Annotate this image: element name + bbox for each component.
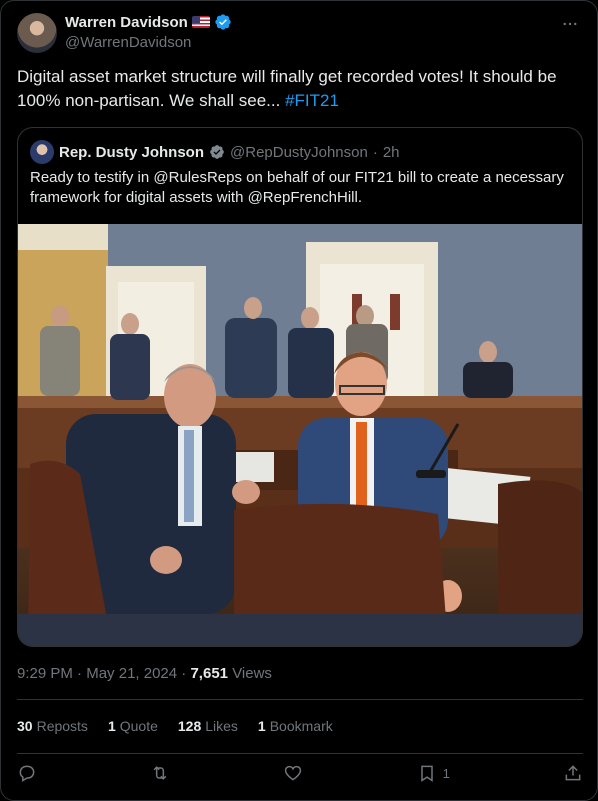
author-avatar[interactable] <box>17 13 57 53</box>
heart-icon <box>285 765 302 781</box>
repost-button[interactable] <box>150 763 170 783</box>
author-name-row: Warren Davidson <box>65 13 232 31</box>
divider <box>17 753 583 754</box>
views-count: 7,651 <box>190 665 229 682</box>
reply-icon <box>19 765 35 782</box>
separator-dot: · <box>372 143 378 161</box>
separator-dot: · <box>77 665 83 682</box>
quoted-author-name[interactable]: Rep. Dusty Johnson <box>59 144 204 161</box>
tweet-meta: 9:29 PM · May 21, 2024 · 7,651 Views <box>17 665 272 682</box>
tweet-card: Warren Davidson @WarrenDavidson Digital … <box>0 0 598 801</box>
hearing-room-photo <box>18 224 582 646</box>
reposts-count: 30 <box>17 718 33 734</box>
repost-icon <box>153 766 167 780</box>
verified-badge-icon <box>215 14 231 30</box>
separator-dot: · <box>181 665 187 682</box>
more-options-icon[interactable] <box>559 13 581 35</box>
bookmarks-count: 1 <box>257 718 266 734</box>
quotes-count: 1 <box>107 718 116 734</box>
tweet-time[interactable]: 9:29 PM <box>17 665 73 682</box>
quoted-tweet-header: Rep. Dusty Johnson @RepDustyJohnson · 2h <box>30 140 400 164</box>
quoted-timestamp[interactable]: 2h <box>383 144 400 161</box>
quoted-tweet-photo[interactable] <box>18 224 582 646</box>
quoted-tweet-text: Ready to testify in @RulesReps on behalf… <box>30 169 564 206</box>
author-display-name[interactable]: Warren Davidson <box>65 14 188 31</box>
bookmark-icon <box>420 765 433 782</box>
share-icon <box>565 765 581 781</box>
author-handle[interactable]: @WarrenDavidson <box>65 34 191 51</box>
bookmarks-stat[interactable]: 1 Bookmark <box>258 718 333 734</box>
quotes-stat[interactable]: 1 Quote <box>108 718 158 734</box>
bookmark-button[interactable]: 1 <box>417 763 450 783</box>
reposts-label: Reposts <box>36 718 88 734</box>
bookmark-count: 1 <box>442 765 450 781</box>
reply-button[interactable] <box>17 763 37 783</box>
bookmarks-label: Bookmark <box>269 718 333 734</box>
quotes-label: Quote <box>119 718 158 734</box>
views-label: Views <box>232 665 272 682</box>
action-bar: 1 <box>17 763 583 783</box>
quoted-author-handle[interactable]: @RepDustyJohnson <box>230 144 368 161</box>
tweet-date[interactable]: May 21, 2024 <box>86 665 177 682</box>
engagement-stats: 30 Reposts 1 Quote 128 Likes 1 Bookmark <box>17 718 333 734</box>
divider <box>17 699 583 700</box>
likes-count: 128 <box>177 718 202 734</box>
share-button[interactable] <box>563 763 583 783</box>
verified-badge-icon <box>210 145 224 159</box>
quoted-author-avatar[interactable] <box>30 140 54 164</box>
us-flag-icon <box>191 16 210 28</box>
like-button[interactable] <box>283 763 303 783</box>
likes-label: Likes <box>205 718 238 734</box>
hashtag-link[interactable]: #FIT21 <box>285 91 339 110</box>
reposts-stat[interactable]: 30 Reposts <box>17 718 88 734</box>
quoted-tweet[interactable]: Rep. Dusty Johnson @RepDustyJohnson · 2h… <box>17 127 583 647</box>
tweet-text: Digital asset market structure will fina… <box>17 65 583 113</box>
likes-stat[interactable]: 128 Likes <box>178 718 238 734</box>
